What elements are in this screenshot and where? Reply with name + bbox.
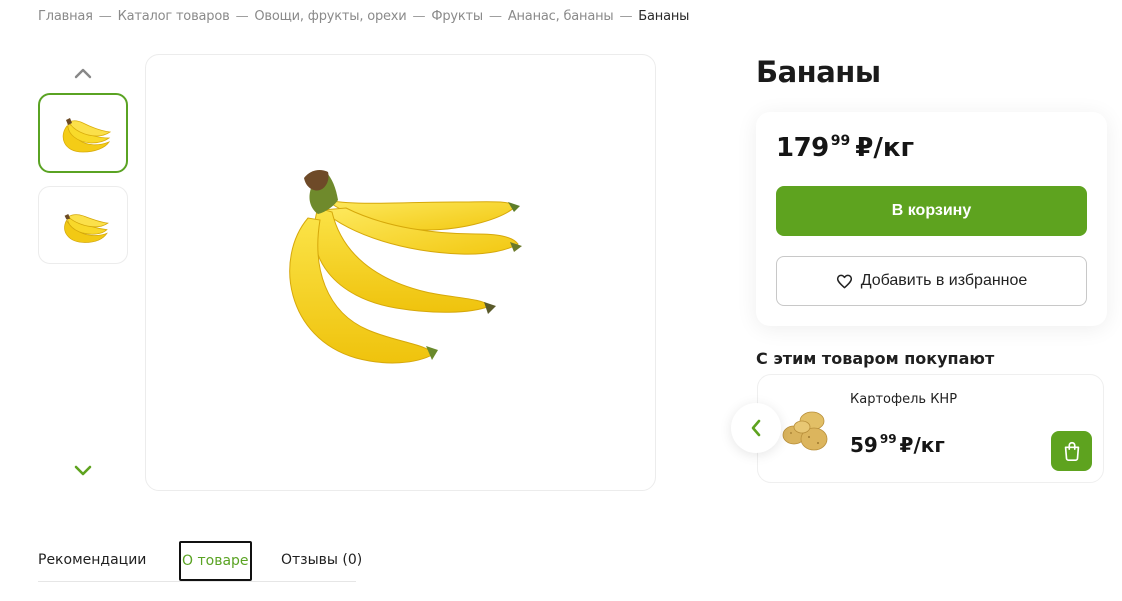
breadcrumb: Главная — Каталог товаров — Овощи, фрукты, о…	[38, 9, 689, 24]
breadcrumb-separator: —	[235, 9, 249, 24]
related-add-to-cart-button[interactable]	[1051, 431, 1092, 471]
tab-about-product[interactable]: О товаре	[179, 541, 252, 581]
breadcrumb-link-pineapple-bananas[interactable]: Ананас, бананы	[508, 9, 614, 24]
related-product-name[interactable]: Картофель КНР	[850, 392, 957, 407]
breadcrumb-link-fruits[interactable]: Фрукты	[431, 9, 483, 24]
heart-icon	[836, 274, 852, 288]
price-rubles: 179	[776, 133, 829, 163]
related-prev-button[interactable]	[731, 403, 781, 453]
potatoes-image	[782, 411, 828, 451]
banana-thumbnail-image	[62, 118, 112, 153]
related-product-card[interactable]: Картофель КНР 59 99 ₽/кг	[757, 374, 1104, 483]
related-products-title: С этим товаром покупают	[756, 349, 995, 368]
price-unit: ₽/кг	[855, 133, 915, 163]
breadcrumb-separator: —	[412, 9, 426, 24]
chevron-left-icon	[751, 419, 761, 437]
shopping-bag-icon	[1064, 441, 1079, 461]
related-price-kopecks: 99	[879, 432, 897, 446]
breadcrumb-link-catalog[interactable]: Каталог товаров	[118, 9, 230, 24]
add-to-favorites-button[interactable]: Добавить в избранное	[776, 256, 1087, 306]
product-title: Бананы	[756, 55, 881, 89]
gallery-up-button[interactable]	[70, 63, 96, 83]
product-tabs: Рекомендации О товаре Отзывы (0)	[38, 540, 362, 582]
banana-thumbnail-image	[64, 213, 109, 243]
add-to-cart-button[interactable]: В корзину	[776, 186, 1087, 236]
add-to-favorites-label: Добавить в избранное	[860, 272, 1028, 289]
product-price: 179 99 ₽/кг	[776, 131, 914, 165]
chevron-up-icon	[74, 68, 92, 79]
breadcrumb-current: Бананы	[638, 9, 690, 24]
gallery-thumbnail-2[interactable]	[38, 186, 128, 264]
chevron-down-icon	[74, 465, 92, 476]
breadcrumb-link-vegetables-fruits[interactable]: Овощи, фрукты, орехи	[254, 9, 406, 24]
gallery-down-button[interactable]	[70, 461, 96, 481]
related-product-price: 59 99 ₽/кг	[850, 431, 945, 459]
breadcrumb-link-home[interactable]: Главная	[38, 9, 93, 24]
related-price-rubles: 59	[850, 433, 878, 457]
breadcrumb-separator: —	[98, 9, 112, 24]
gallery-thumbnail-1[interactable]	[38, 93, 128, 173]
main-product-image	[145, 54, 656, 491]
tab-reviews[interactable]: Отзывы (0)	[281, 540, 362, 580]
bananas-image	[288, 169, 522, 363]
tab-recommendations[interactable]: Рекомендации	[38, 540, 146, 580]
price-kopecks: 99	[830, 133, 851, 149]
breadcrumb-separator: —	[619, 9, 633, 24]
related-price-unit: ₽/кг	[899, 433, 945, 457]
buy-card: 179 99 ₽/кг В корзину Добавить в избранн…	[756, 112, 1107, 326]
breadcrumb-separator: —	[489, 9, 502, 24]
add-to-cart-label: В корзину	[891, 202, 972, 219]
